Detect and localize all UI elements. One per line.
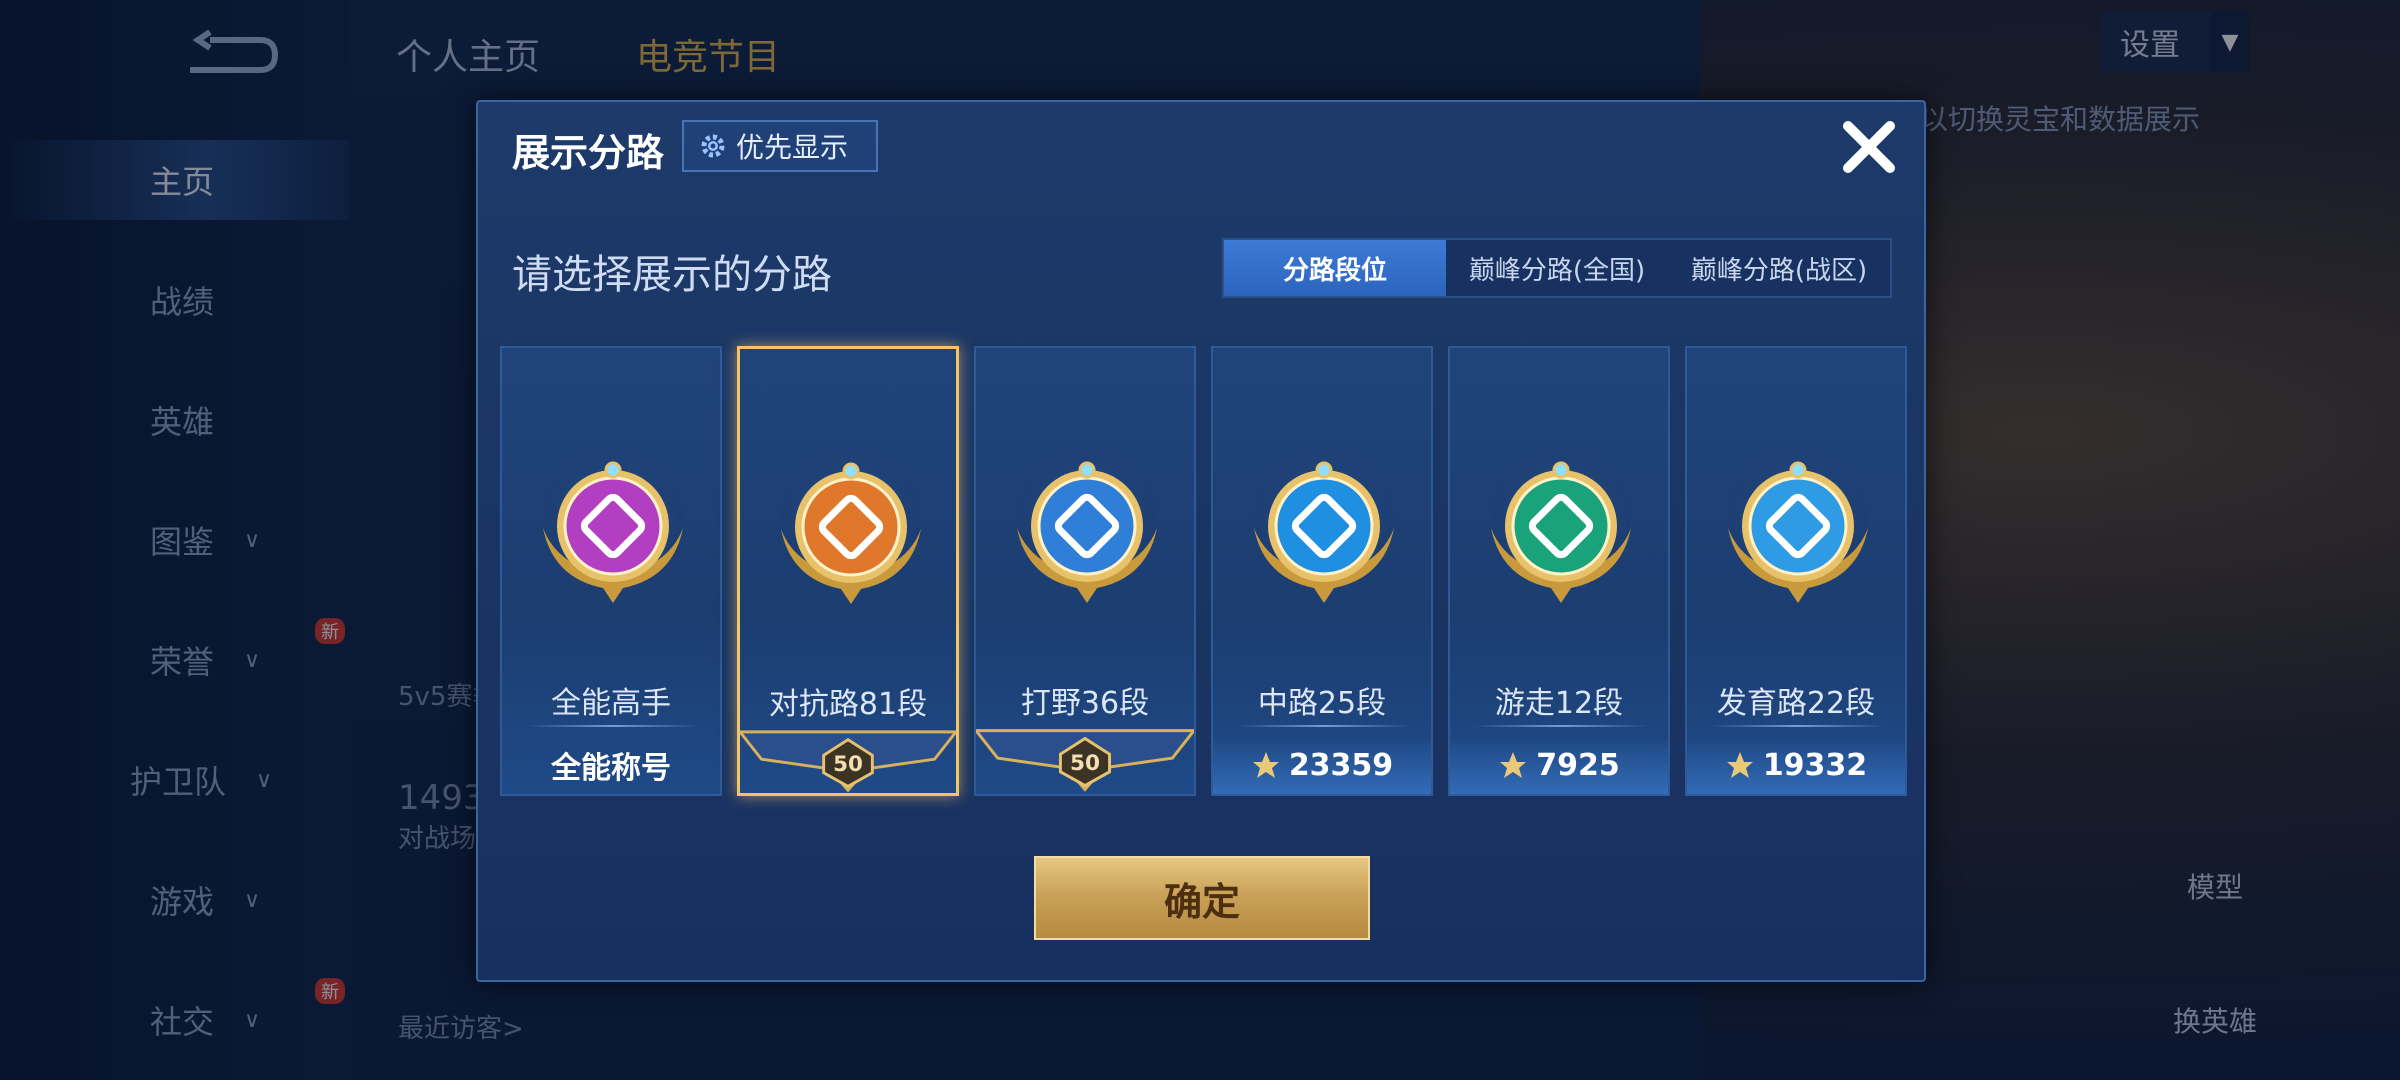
confirm-button[interactable]: 确定 xyxy=(1034,856,1370,940)
clash-lane-medal-icon xyxy=(781,462,921,604)
power-score-icon xyxy=(1500,752,1527,778)
lane-name: 中路25段 xyxy=(1257,686,1387,721)
tab-peak-region[interactable]: 巅峰分路(战区) xyxy=(1668,240,1890,296)
title-label: 全能称号 xyxy=(551,751,671,786)
lane-name: 全能高手 xyxy=(551,686,671,721)
farm-lane-medal-icon xyxy=(1728,461,1868,603)
jungle-medal-icon xyxy=(1017,461,1157,603)
power-score-value: 7925 xyxy=(1536,747,1620,783)
lane-name: 对抗路81段 xyxy=(768,687,928,722)
lane-card-0[interactable]: 全能高手 全能称号 xyxy=(500,346,722,796)
lane-name: 发育路22段 xyxy=(1716,686,1876,721)
tab-peak-national[interactable]: 巅峰分路(全国) xyxy=(1446,240,1668,296)
confirm-label: 确定 xyxy=(1163,879,1240,924)
mid-lane-medal-icon xyxy=(1254,461,1394,603)
lane-name: 打野36段 xyxy=(1020,686,1150,721)
tab-lane-rank[interactable]: 分路段位 xyxy=(1224,240,1446,296)
lane-card-3[interactable]: 中路25段 23359 xyxy=(1211,346,1433,796)
power-score-icon xyxy=(1726,752,1753,778)
lane-card-5[interactable]: 发育路22段 19332 xyxy=(1685,346,1907,796)
card-divider xyxy=(1711,725,1885,727)
level-value: 50 xyxy=(833,752,863,777)
card-divider xyxy=(1474,725,1648,727)
card-footer: 23359 xyxy=(1213,736,1431,794)
dialog-title: 展示分路 xyxy=(512,131,665,175)
card-footer: 全能称号 xyxy=(502,736,720,794)
level-value: 50 xyxy=(1070,751,1100,776)
card-divider xyxy=(526,725,700,727)
level-badge-icon: 50 xyxy=(740,730,956,793)
roam-medal-icon xyxy=(1491,461,1631,603)
lane-card-4[interactable]: 游走12段 7925 xyxy=(1448,346,1670,796)
power-score-value: 23359 xyxy=(1288,747,1394,783)
card-divider xyxy=(1237,725,1411,727)
gear-icon xyxy=(701,134,725,158)
priority-display-label: 优先显示 xyxy=(736,131,849,164)
lane-card-1[interactable]: 对抗路81段 50 xyxy=(737,346,959,796)
priority-display-button[interactable]: 优先显示 xyxy=(682,120,878,172)
power-score-value: 19332 xyxy=(1762,747,1868,783)
close-icon[interactable] xyxy=(1834,112,1904,182)
mode-tabs: 分路段位 巅峰分路(全国) 巅峰分路(战区) xyxy=(1222,238,1892,298)
all-rounder-medal-icon xyxy=(543,461,683,603)
lane-card-2[interactable]: 打野36段 50 xyxy=(974,346,1196,796)
card-footer: 19332 xyxy=(1687,736,1905,794)
power-score-icon xyxy=(1252,752,1279,778)
level-badge-icon: 50 xyxy=(976,729,1194,792)
lane-name: 游走12段 xyxy=(1494,686,1624,721)
card-footer: 7925 xyxy=(1450,736,1668,794)
display-lane-dialog: 展示分路 优先显示 请选择展示的分路 分路段位 巅峰分路(全国) 巅峰分路(战区… xyxy=(476,100,1926,982)
select-lane-prompt: 请选择展示的分路 xyxy=(512,252,832,298)
